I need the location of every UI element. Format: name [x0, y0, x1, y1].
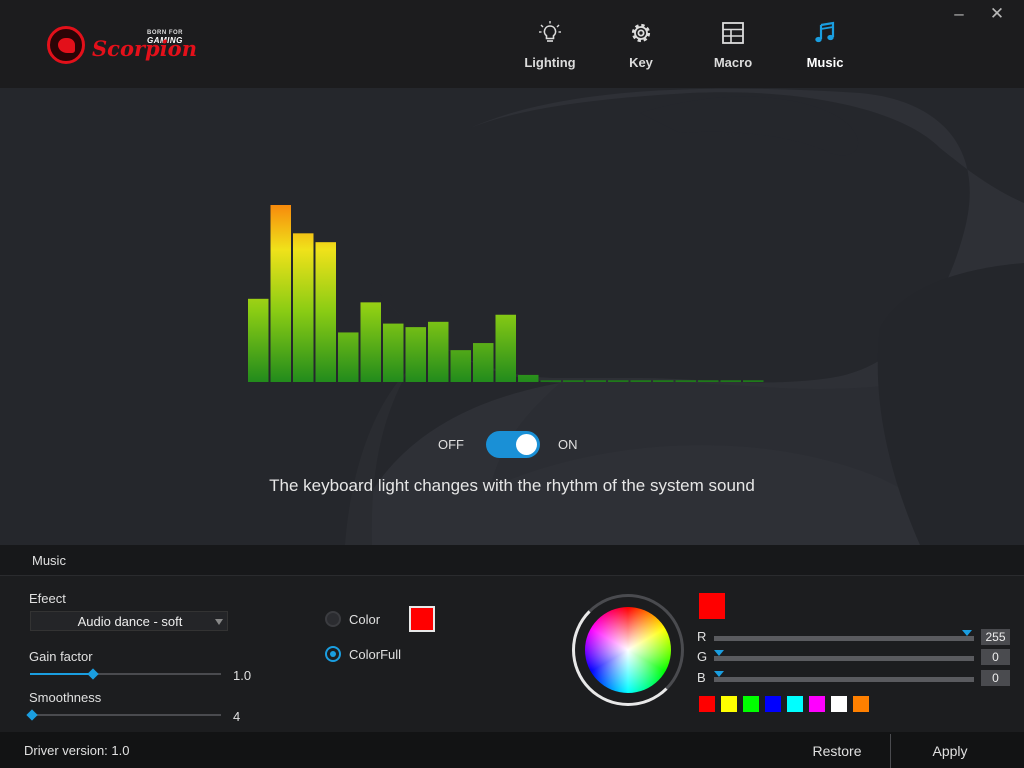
- toggle-on-label: ON: [558, 437, 578, 452]
- green-slider[interactable]: [714, 650, 974, 661]
- color-wheel-picker: [572, 594, 684, 706]
- chevron-down-icon: [215, 619, 223, 625]
- tab-macro-label: Macro: [713, 55, 753, 70]
- blue-value-field[interactable]: 0: [981, 670, 1010, 686]
- color-preview-swatch: [699, 593, 725, 619]
- equalizer-bar: [473, 343, 494, 382]
- equalizer-bar: [540, 380, 561, 382]
- red-value-field[interactable]: 255: [981, 629, 1010, 645]
- equalizer-bar: [608, 380, 629, 382]
- equalizer-bar: [720, 380, 741, 382]
- music-toggle-row: OFF ON: [0, 430, 1024, 458]
- close-button[interactable]: ✕: [986, 4, 1008, 24]
- gear-icon: [631, 23, 651, 43]
- red-slider[interactable]: [714, 630, 974, 641]
- equalizer-bar: [405, 327, 426, 382]
- slider-fill: [30, 673, 94, 675]
- preset-color-swatch[interactable]: [853, 696, 869, 712]
- slider-thumb[interactable]: [87, 668, 99, 680]
- tab-key[interactable]: Key: [605, 20, 677, 76]
- music-note-icon: [815, 21, 835, 43]
- green-value-field[interactable]: 0: [981, 649, 1010, 665]
- toggle-knob: [516, 434, 537, 455]
- app-footer: Driver version: 1.0 Restore Apply: [0, 732, 1024, 768]
- equalizer-bar: [428, 321, 449, 382]
- music-visualizer-panel: OFF ON The keyboard light changes with t…: [0, 88, 1024, 545]
- gain-factor-label: Gain factor: [29, 649, 93, 664]
- colorfull-radio-label: ColorFull: [349, 647, 402, 662]
- green-label: G: [697, 649, 708, 664]
- music-mode-toggle[interactable]: [486, 431, 540, 458]
- equalizer-bar: [293, 233, 314, 382]
- green-slider-thumb[interactable]: [714, 650, 724, 656]
- equalizer-bar: [563, 380, 584, 382]
- tab-key-label: Key: [629, 55, 653, 70]
- slider-thumb[interactable]: [26, 709, 38, 721]
- smoothness-slider[interactable]: [26, 709, 221, 721]
- equalizer-bar: [315, 242, 336, 382]
- blue-slider-thumb[interactable]: [714, 671, 724, 677]
- equalizer-bar: [495, 314, 516, 382]
- smoothness-label: Smoothness: [29, 690, 102, 705]
- blue-slider[interactable]: [714, 671, 974, 682]
- red-label: R: [697, 629, 707, 644]
- preset-color-swatch[interactable]: [787, 696, 803, 712]
- tab-music[interactable]: Music: [789, 20, 861, 76]
- scorpion-logo-emblem: [47, 26, 85, 64]
- preset-color-swatch[interactable]: [743, 696, 759, 712]
- settings-section-header: Music: [0, 545, 1024, 576]
- driver-version: Driver version: 1.0: [24, 743, 130, 758]
- tab-music-label: Music: [806, 55, 844, 70]
- logo-brand: Scorpion: [92, 36, 197, 61]
- color-radio-label: Color: [349, 612, 381, 627]
- equalizer-bar: [270, 205, 291, 382]
- toggle-off-label: OFF: [438, 437, 464, 452]
- preset-color-swatch[interactable]: [765, 696, 781, 712]
- apply-button[interactable]: Apply: [904, 732, 996, 768]
- gain-factor-slider[interactable]: [30, 668, 221, 680]
- smoothness-value: 4: [233, 709, 241, 724]
- equalizer-bar: [450, 350, 471, 382]
- equalizer-bar: [383, 323, 404, 382]
- restore-button[interactable]: Restore: [790, 732, 884, 768]
- equalizer-bar: [360, 302, 381, 382]
- bulb-icon: [539, 21, 561, 42]
- music-settings-panel: Efeect Audio dance - soft Gain factor 1.…: [0, 576, 1024, 732]
- slider-track: [32, 714, 221, 716]
- equalizer-bar: [743, 380, 764, 382]
- preset-color-swatch[interactable]: [699, 696, 715, 712]
- color-wheel[interactable]: [585, 607, 671, 693]
- effect-label: Efeect: [29, 591, 66, 606]
- equalizer-bar: [653, 380, 674, 382]
- preset-color-swatch[interactable]: [809, 696, 825, 712]
- minimize-button[interactable]: –: [948, 4, 970, 24]
- blue-label: B: [697, 670, 706, 685]
- tab-macro[interactable]: Macro: [697, 20, 769, 76]
- equalizer-bar: [698, 380, 719, 382]
- equalizer-bar: [675, 380, 696, 382]
- color-radio[interactable]: [325, 611, 341, 627]
- equalizer-bar: [630, 380, 651, 382]
- grid-icon: [722, 22, 744, 44]
- tab-lighting[interactable]: Lighting: [514, 20, 586, 76]
- section-title: Music: [32, 553, 66, 568]
- colorfull-radio[interactable]: [325, 646, 341, 662]
- effect-select[interactable]: Audio dance - soft: [30, 611, 228, 631]
- equalizer-bar: [338, 332, 359, 382]
- preset-color-swatch[interactable]: [831, 696, 847, 712]
- preset-color-swatch[interactable]: [721, 696, 737, 712]
- app-header: BORN FOR GAMING Scorpion Lighting Key Ma…: [0, 0, 1024, 88]
- equalizer-bar: [585, 380, 606, 382]
- color-swatch-button[interactable]: [409, 606, 435, 632]
- red-slider-thumb[interactable]: [962, 630, 972, 636]
- tab-lighting-label: Lighting: [524, 55, 576, 70]
- equalizer-bar: [248, 298, 269, 382]
- gain-factor-value: 1.0: [233, 668, 252, 683]
- music-description: The keyboard light changes with the rhyt…: [269, 476, 755, 495]
- footer-divider: [890, 734, 891, 768]
- scorpion-logo: BORN FOR GAMING Scorpion: [47, 26, 207, 66]
- equalizer-bar: [518, 374, 539, 382]
- effect-select-value: Audio dance - soft: [77, 614, 183, 629]
